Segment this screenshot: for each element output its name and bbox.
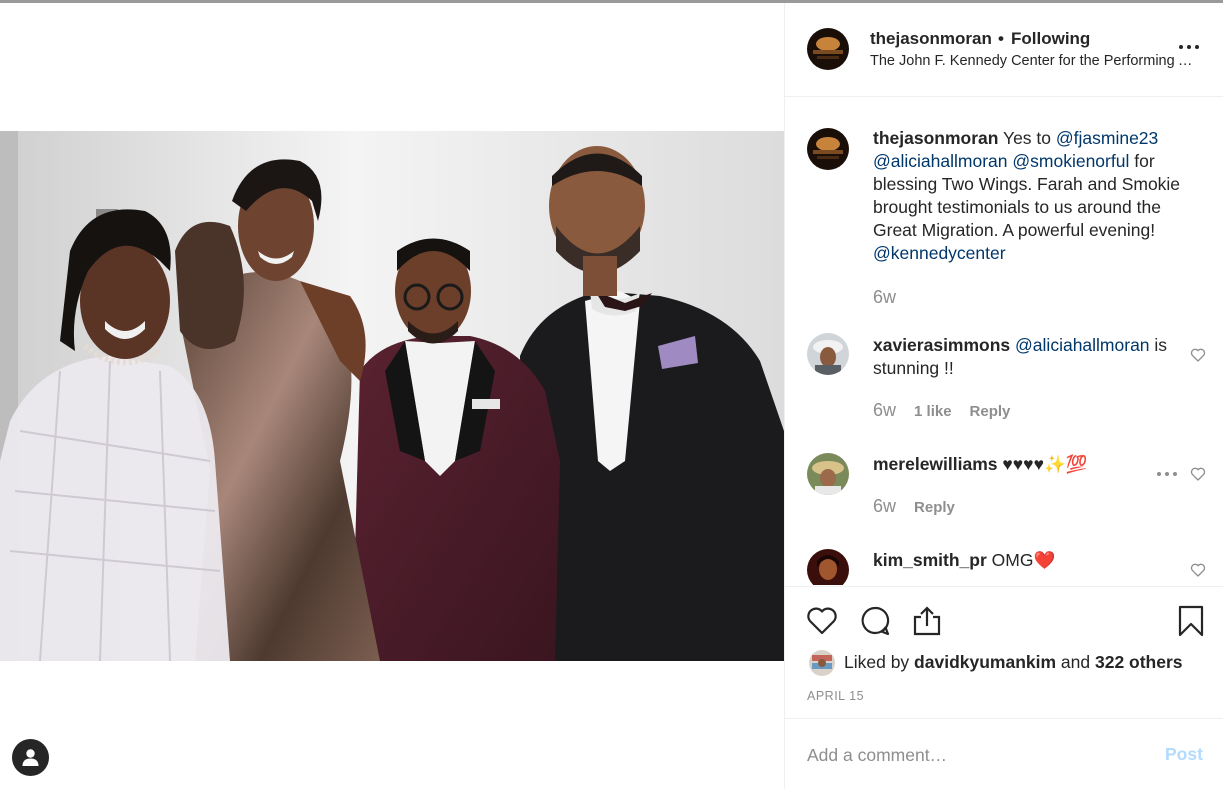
commenter-avatar[interactable]	[807, 453, 849, 495]
comment-text: xavierasimmons @aliciahallmoran is stunn…	[873, 334, 1193, 380]
comment-body: ♥♥♥♥✨💯	[997, 454, 1088, 474]
comment-likes-count[interactable]: 1 like	[914, 403, 952, 420]
comment-text: merelewilliams ♥♥♥♥✨💯	[873, 453, 1193, 476]
mention-link[interactable]: @fjasmine23	[1056, 128, 1158, 148]
more-icon-dot	[1173, 472, 1177, 476]
likes-text: Liked by davidkyumankim and 322 others	[844, 652, 1183, 673]
comment-text: kim_smith_pr OMG❤️	[873, 549, 1193, 572]
user-icon	[22, 749, 39, 766]
like-button[interactable]	[805, 604, 839, 638]
caption-avatar-image	[807, 128, 849, 170]
reply-button[interactable]: Reply	[914, 499, 955, 516]
more-options-button[interactable]	[1179, 39, 1203, 55]
comment-timestamp[interactable]: 6w	[873, 400, 896, 420]
commenter-avatar[interactable]	[807, 549, 849, 585]
author-avatar[interactable]	[807, 28, 849, 70]
share-button[interactable]	[910, 604, 944, 638]
comments-list[interactable]: thejasonmoran Yes to @fjasmine23 @aliciah…	[785, 98, 1223, 585]
caption-meta: 6w	[873, 287, 914, 308]
heart-icon	[1190, 563, 1206, 577]
comment-like-button[interactable]	[1190, 562, 1206, 578]
caption-text: thejasonmoran Yes to @fjasmine23 @aliciah…	[873, 127, 1193, 265]
caption-username[interactable]: thejasonmoran	[873, 128, 998, 148]
more-icon-dot	[1165, 472, 1169, 476]
post-side-panel: thejasonmoran • Following The John F. Ke…	[784, 3, 1223, 789]
mention-link[interactable]: @aliciahallmoran	[873, 151, 1008, 171]
more-icon-dot	[1195, 45, 1199, 49]
caption-part: Yes to	[998, 128, 1056, 148]
first-liker-link[interactable]: davidkyumankim	[914, 652, 1056, 672]
comment-username[interactable]: xavierasimmons	[873, 335, 1010, 355]
save-button[interactable]	[1174, 604, 1208, 638]
following-button[interactable]: Following	[1011, 29, 1090, 49]
post-date[interactable]: APRIL 15	[807, 689, 864, 703]
comment-like-button[interactable]	[1190, 466, 1206, 482]
comment-icon	[861, 606, 890, 636]
comment-input[interactable]	[807, 742, 1147, 768]
heart-icon	[1190, 348, 1206, 362]
comment-username[interactable]: kim_smith_pr	[873, 550, 987, 570]
media-pane	[0, 3, 784, 789]
heart-icon	[1190, 467, 1206, 481]
share-icon	[913, 606, 941, 636]
comment-username[interactable]: merelewilliams	[873, 454, 998, 474]
mention-link[interactable]: @kennedycenter	[873, 243, 1006, 263]
reply-button[interactable]: Reply	[970, 403, 1011, 420]
commenter-avatar-image	[807, 453, 849, 495]
comment-like-button[interactable]	[1190, 347, 1206, 363]
comment-body: OMG❤️	[986, 550, 1056, 570]
post-actions: Liked by davidkyumankim and 322 others A…	[785, 586, 1223, 719]
header-separator: •	[998, 29, 1004, 48]
mention-link[interactable]: @aliciahallmoran	[1015, 335, 1150, 355]
comment-timestamp[interactable]: 6w	[873, 496, 896, 516]
liker-avatar[interactable]	[809, 650, 835, 676]
more-icon	[1157, 472, 1161, 476]
commenter-avatar[interactable]	[807, 333, 849, 375]
author-avatar-image	[807, 28, 849, 70]
post-location[interactable]: The John F. Kennedy Center for the Perfo…	[870, 53, 1200, 69]
likes-prefix: Liked by	[844, 652, 915, 672]
comment-button[interactable]	[858, 604, 892, 638]
liker-avatar-image	[809, 650, 835, 676]
post-comment-button[interactable]: Post	[1165, 744, 1203, 765]
more-icon-dot	[1187, 45, 1191, 49]
mention-link[interactable]: @smokienorful	[1012, 151, 1129, 171]
user-tag-button[interactable]	[12, 739, 49, 776]
likes-others-link[interactable]: 322 others	[1095, 652, 1183, 672]
caption-timestamp[interactable]: 6w	[873, 287, 896, 307]
post-photo[interactable]	[0, 131, 784, 661]
author-username[interactable]: thejasonmoran	[870, 29, 992, 49]
comment-meta: 6w 1 like Reply	[873, 400, 1028, 421]
commenter-avatar-image	[807, 549, 849, 585]
commenter-avatar-image	[807, 333, 849, 375]
caption-avatar[interactable]	[807, 128, 849, 170]
post-photo-illustration	[0, 131, 784, 661]
bookmark-icon	[1178, 605, 1204, 637]
more-icon	[1179, 45, 1183, 49]
comment-meta: 6w Reply	[873, 496, 973, 517]
post-header: thejasonmoran • Following The John F. Ke…	[785, 3, 1223, 97]
comment-more-button[interactable]	[1157, 470, 1179, 478]
heart-icon	[807, 607, 837, 635]
likes-joiner: and	[1056, 652, 1095, 672]
add-comment-form: Post	[785, 720, 1223, 789]
